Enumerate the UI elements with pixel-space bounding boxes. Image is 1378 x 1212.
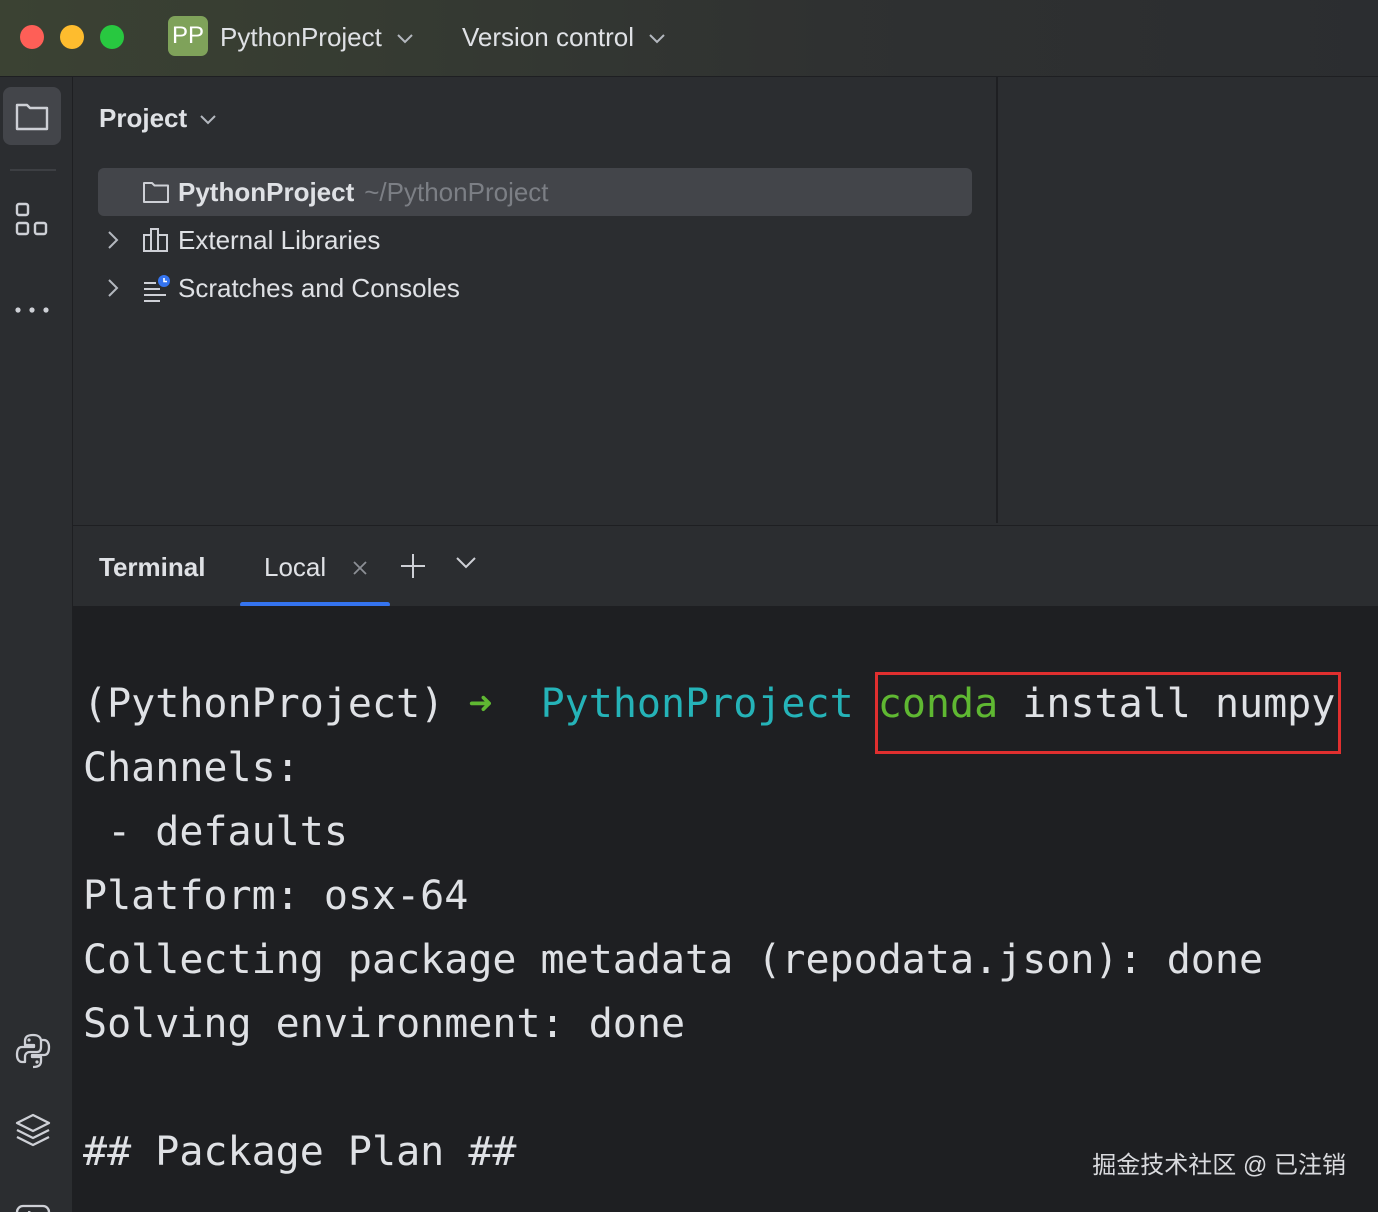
project-root-name: PythonProject (178, 177, 355, 207)
close-icon[interactable] (352, 560, 368, 576)
chevron-down-icon (200, 115, 216, 125)
chevron-down-icon[interactable] (455, 556, 477, 570)
structure-tool-button[interactable] (3, 191, 61, 249)
project-selector[interactable]: PythonProject (220, 20, 414, 54)
tool-window-strip (0, 77, 73, 1212)
project-badge[interactable]: PP (168, 16, 208, 56)
project-tool-button[interactable] (3, 87, 61, 145)
command-highlight-box (875, 672, 1341, 754)
watermark: 掘金技术社区 @ 已注销 (1092, 1152, 1346, 1179)
terminal-output-line: Solving environment: done (83, 1001, 686, 1047)
tree-item-label: PythonProject ~/PythonProject (178, 175, 549, 209)
zoom-window-button[interactable] (100, 25, 124, 49)
ide-window: PP PythonProject Version control Project… (0, 0, 1378, 1212)
run-tool-button[interactable] (3, 1181, 61, 1212)
version-control-selector[interactable]: Version control (462, 20, 666, 54)
prompt-directory: PythonProject (540, 681, 854, 727)
project-selector-label: PythonProject (220, 22, 382, 52)
title-bar: PP PythonProject Version control (0, 0, 1378, 77)
prompt-env: (PythonProject) (83, 681, 445, 727)
tree-item-pythonproject[interactable]: PythonProject ~/PythonProject (98, 168, 972, 216)
layers-icon (15, 1113, 51, 1147)
structure-icon (15, 202, 48, 236)
project-panel-title-label: Project (99, 103, 188, 133)
scratches-icon (144, 275, 170, 302)
chevron-down-icon (397, 34, 413, 44)
plus-icon[interactable] (399, 552, 427, 580)
run-icon (15, 1204, 51, 1212)
libraries-icon (143, 228, 168, 252)
terminal-output-line: - defaults (83, 809, 348, 855)
terminal-output-line: ## Package Plan ## (83, 1129, 517, 1175)
minimize-window-button[interactable] (60, 25, 84, 49)
chevron-right-icon[interactable] (106, 230, 120, 250)
tree-item-label: External Libraries (178, 225, 381, 255)
terminal-output-line: Platform: osx-64 (83, 873, 469, 919)
more-icon (15, 307, 49, 313)
tree-item-scratches-and-consoles[interactable]: Scratches and Consoles (98, 264, 972, 312)
chevron-down-icon (649, 34, 665, 44)
python-console-icon (15, 1033, 51, 1069)
folder-icon (143, 182, 169, 203)
tree-item-label: Scratches and Consoles (178, 273, 460, 303)
version-control-label: Version control (462, 22, 634, 52)
terminal-output-line: Collecting package metadata (repodata.js… (83, 937, 1264, 983)
folder-icon (15, 103, 49, 131)
tool-strip-divider (10, 169, 56, 171)
more-tools-button[interactable] (3, 269, 61, 327)
terminal-output-line: Channels: (83, 745, 300, 791)
prompt-arrow: ➜ (468, 681, 493, 727)
project-panel: Project PythonProject ~/PythonProject Ext… (73, 77, 998, 523)
layers-tool-button[interactable] (3, 1101, 61, 1159)
terminal-output[interactable]: (PythonProject) ➜ PythonProject conda in… (73, 606, 1378, 1212)
close-window-button[interactable] (20, 25, 44, 49)
python-console-button[interactable] (3, 1021, 61, 1079)
terminal-header: Terminal Local (73, 525, 1378, 607)
terminal-title: Terminal (99, 552, 206, 582)
terminal-tab-local[interactable]: Local (240, 526, 390, 607)
project-panel-title[interactable]: Project (99, 101, 217, 135)
tree-item-external-libraries[interactable]: External Libraries (98, 216, 972, 264)
project-root-path: ~/PythonProject (364, 177, 549, 207)
chevron-right-icon[interactable] (106, 278, 120, 298)
terminal-tab-label: Local (264, 552, 327, 582)
editor-area (998, 77, 1378, 523)
